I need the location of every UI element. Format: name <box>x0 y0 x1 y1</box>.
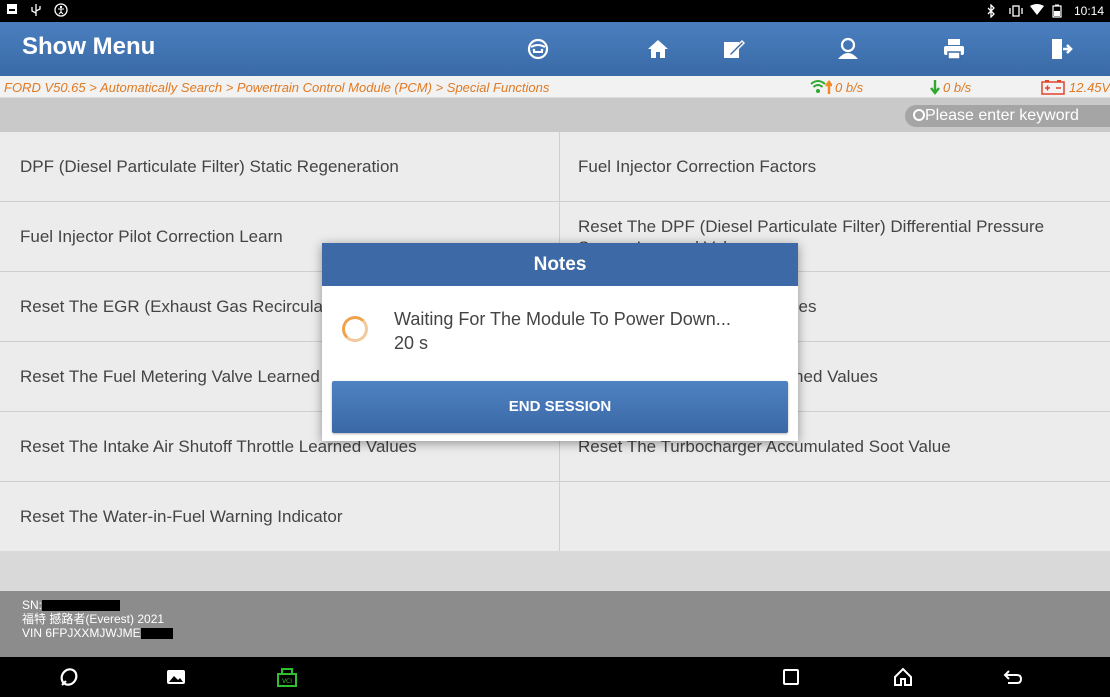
breadcrumb: FORD V50.65 > Automatically Search > Pow… <box>0 76 1110 98</box>
function-item[interactable]: Reset The Water-in-Fuel Warning Indicato… <box>0 482 560 552</box>
user-icon <box>838 37 858 59</box>
exit-button[interactable] <box>1024 22 1096 76</box>
report-button[interactable] <box>697 22 769 76</box>
home-nav-icon[interactable] <box>890 665 916 689</box>
vehicle-info: SN: 福特 撼路者(Everest) 2021 VIN 6FPJXXMJWJM… <box>0 591 1110 657</box>
svg-text:VCI: VCI <box>282 678 292 685</box>
redaction-bar <box>42 600 121 612</box>
vibrate-icon <box>1008 4 1023 18</box>
print-icon <box>944 39 964 60</box>
wifi-icon <box>1029 4 1044 18</box>
exit-icon <box>1052 39 1073 59</box>
page-title: Show Menu <box>22 33 156 60</box>
vci-icon[interactable]: VCI <box>274 665 300 689</box>
end-session-button[interactable]: END SESSION <box>332 381 788 433</box>
breadcrumb-path: FORD V50.65 > Automatically Search > Pow… <box>4 80 550 95</box>
dialog-title: Notes <box>322 243 798 286</box>
serial-number: SN: <box>22 598 1110 612</box>
usb-icon <box>30 3 44 17</box>
accessibility-icon <box>54 3 68 17</box>
dialog-message-text: Waiting For The Module To Power Down... <box>394 309 731 329</box>
clock: 10:14 <box>1073 4 1104 18</box>
notification-icon <box>6 3 20 17</box>
upload-rate: 0 b/s <box>835 79 864 95</box>
header-bar: Show Menu <box>0 22 1110 76</box>
search-icon <box>913 109 925 121</box>
list-spacer <box>0 551 1110 591</box>
user-button[interactable] <box>812 22 884 76</box>
voltage-value: 12.45V <box>1069 79 1110 95</box>
search-row: Please enter keyword <box>0 98 1110 132</box>
download-arrow-icon <box>930 80 940 95</box>
car-battery-icon <box>1041 80 1065 95</box>
function-item-empty <box>560 482 1110 552</box>
dialog-message: Waiting For The Module To Power Down... … <box>394 307 731 355</box>
wifi-signal-icon <box>810 80 832 94</box>
search-placeholder: Please enter keyword <box>925 107 1079 124</box>
loading-spinner-icon <box>342 316 368 342</box>
sn-label: SN: <box>22 598 43 612</box>
download-status: 0 b/s <box>930 79 971 95</box>
countdown: 20 s <box>394 333 429 353</box>
upload-status: 0 b/s <box>810 79 863 95</box>
home-icon <box>648 40 668 58</box>
print-button[interactable] <box>918 22 990 76</box>
browser-icon[interactable] <box>56 665 82 689</box>
vehicle-icon <box>527 38 549 60</box>
vehicle-button[interactable] <box>502 22 574 76</box>
bluetooth-icon <box>986 3 1000 19</box>
battery-icon <box>1052 4 1066 18</box>
battery-voltage: 12.45V <box>1040 79 1110 95</box>
vin: VIN 6FPJXXMJWJME <box>22 626 1110 640</box>
recent-apps-icon[interactable] <box>778 665 804 689</box>
vin-label: VIN 6FPJXXMJWJME <box>22 626 141 640</box>
notes-dialog: Notes Waiting For The Module To Power Do… <box>322 243 798 441</box>
vehicle-model: 福特 撼路者(Everest) 2021 <box>22 612 165 626</box>
download-rate: 0 b/s <box>943 79 972 95</box>
function-item[interactable]: DPF (Diesel Particulate Filter) Static R… <box>0 132 560 202</box>
redaction-bar <box>140 628 173 640</box>
gallery-icon[interactable] <box>163 665 189 689</box>
function-item[interactable]: Fuel Injector Correction Factors <box>560 132 1110 202</box>
navigation-bar: VCI <box>0 657 1110 697</box>
back-icon[interactable] <box>1000 665 1026 689</box>
home-button[interactable] <box>622 22 694 76</box>
report-icon <box>724 40 745 58</box>
dialog-body: Waiting For The Module To Power Down... … <box>322 286 798 372</box>
search-input[interactable]: Please enter keyword <box>905 105 1110 127</box>
status-bar: 10:14 <box>0 0 1110 22</box>
